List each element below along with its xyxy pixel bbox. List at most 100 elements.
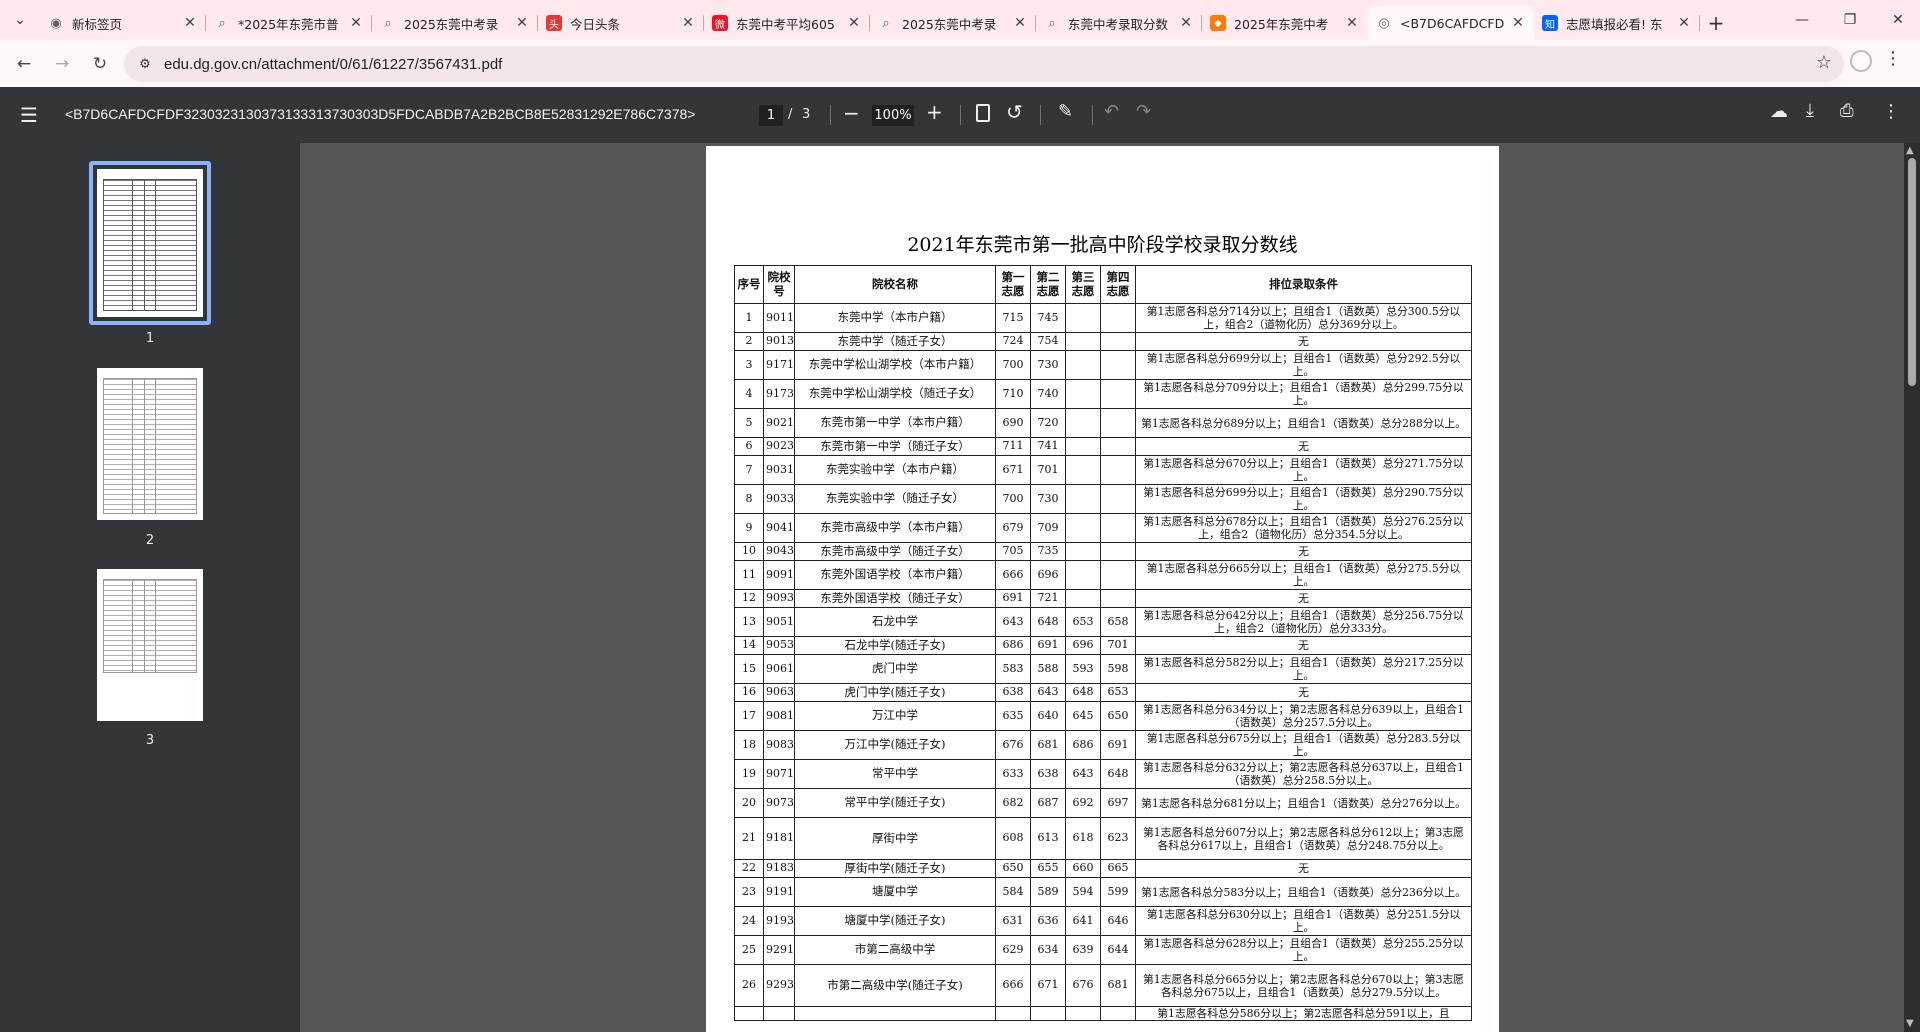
page-thumbnail-1[interactable] [97,169,203,317]
search-icon: ⌕ [218,15,226,31]
score-choice-3 [1065,455,1101,485]
chrome-menu-icon[interactable]: ⋮ [1884,48,1902,69]
rotate-icon[interactable]: ↺ [1006,100,1023,124]
print-icon[interactable]: ⎙ [1840,101,1854,121]
score-choice-1 [995,1006,1031,1021]
score-choice-3: 696 [1065,636,1101,655]
school-code: 9011 [763,303,795,333]
row-index: 2 [734,332,764,351]
school-code [763,1006,795,1021]
browser-tab[interactable]: ◉ 新标签页 ✕ [40,6,206,40]
score-choice-4: 599 [1100,877,1136,907]
download-icon[interactable]: ⤓ [1806,100,1814,121]
save-to-drive-icon[interactable]: ☁ [1770,101,1788,122]
browser-tab[interactable]: ⌕ 东莞中考录取分数 ✕ [1036,6,1202,40]
table-row: 18 9083 万江中学(随迁子女) 676 681 686 691 第1志愿各科总分675分… [734,730,1472,760]
redo-icon[interactable]: ↷ [1136,101,1151,122]
scrollbar-thumb[interactable] [1908,158,1916,386]
zoom-input[interactable]: 100% [872,105,914,126]
browser-tab[interactable]: 知志愿填报必看! 东 ✕ [1534,6,1700,40]
scroll-up-arrow-icon[interactable]: ▲ [1906,145,1914,156]
table-row: 17 9081 万江中学 635 640 645 650 第1志愿各科总分634分以上；第2志… [734,701,1472,731]
score-choice-3: 653 [1065,607,1101,637]
zoom-in-icon[interactable]: + [926,100,943,124]
table-row: 7 9031 东莞实验中学（本市户籍） 671 701 第1志愿各科总分670分以上；且组… [734,455,1472,485]
restore-button[interactable]: ❐ [1828,0,1872,40]
address-bar[interactable]: ⚙ edu.dg.gov.cn/attachment/0/61/61227/35… [124,46,1844,82]
tab-close-icon[interactable]: ✕ [348,15,364,31]
school-code: 9061 [763,654,795,684]
admission-condition: 第1志愿各科总分675分以上；且组合1（语数英）总分283.5分以上。 [1135,730,1472,760]
forward-button[interactable]: → [44,46,80,82]
score-choice-1: 724 [995,332,1031,351]
close-window-button[interactable]: ✕ [1876,0,1920,40]
page-thumbnail-3[interactable] [97,569,203,721]
tab-close-icon[interactable]: ✕ [1676,15,1692,31]
fit-page-icon[interactable] [976,104,990,122]
score-choice-2: 730 [1030,350,1066,380]
admission-condition: 第1志愿各科总分714分以上；且组合1（语数英）总分300.5分以上，组合2（道… [1135,303,1472,333]
scroll-down-arrow-icon[interactable]: ▼ [1906,1018,1914,1029]
annotate-icon[interactable]: ✎ [1058,101,1073,122]
more-actions-icon[interactable]: ⋮ [1882,101,1900,122]
page-thumbnail-2[interactable] [97,368,203,520]
tab-close-icon[interactable]: ✕ [514,15,530,31]
search-icon: ⌕ [882,15,890,31]
toolbar-divider [1040,105,1041,125]
score-choice-1: 629 [995,935,1031,965]
profile-avatar[interactable] [1850,50,1872,72]
row-index: 10 [734,542,764,561]
new-tab-button[interactable]: + [1700,6,1732,40]
document-heading: 2021年东莞市第一批高中阶段学校录取分数线 [907,234,1298,256]
admission-condition: 无 [1135,589,1472,608]
score-choice-2: 588 [1030,654,1066,684]
admission-condition: 第1志愿各科总分678分以上；且组合1（语数英）总分276.25分以上，组合2（… [1135,513,1472,543]
url-text[interactable]: edu.dg.gov.cn/attachment/0/61/61227/3567… [164,56,502,73]
score-choice-2: 589 [1030,877,1066,907]
score-choice-2: 709 [1030,513,1066,543]
column-header: 院校号 [763,265,795,304]
browser-tab[interactable]: ⌕ 2025东莞中考录 ✕ [870,6,1036,40]
tab-close-icon[interactable]: ✕ [846,15,862,31]
school-code: 9041 [763,513,795,543]
sidebar-menu-icon[interactable]: ☰ [20,103,38,127]
tab-close-icon[interactable]: ✕ [680,15,696,31]
score-choice-3: 641 [1065,906,1101,936]
browser-tab[interactable]: ⌕ 2025东莞中考录 ✕ [372,6,538,40]
toolbar-divider [830,105,831,125]
score-choice-4: 646 [1100,906,1136,936]
score-choice-4: 665 [1100,859,1136,878]
browser-tab[interactable]: 头今日头条 ✕ [538,6,704,40]
bookmark-star-icon[interactable]: ☆ [1816,52,1832,73]
site-info-icon[interactable]: ⚙ [130,49,160,79]
score-choice-3: 643 [1065,759,1101,789]
page-number-input[interactable]: 1 [759,105,783,126]
school-name: 东莞中学（本市户籍） [794,303,996,333]
row-index: 4 [734,379,764,409]
tab-strip: ⌄ ◉ 新标签页 ✕ ⌕ *2025年东莞市普 ✕ ⌕ 2025东莞中考录 ✕ 头今日头条 ✕ 微东莞… [0,0,1920,40]
browser-tab[interactable]: ◎ <B7D6CAFDCFD ✕ [1368,6,1534,40]
admission-condition: 第1志愿各科总分634分以上；第2志愿各科总分639以上，且组合1（语数英）总分… [1135,701,1472,731]
back-button[interactable]: ← [6,46,42,82]
tab-close-icon[interactable]: ✕ [1178,15,1194,31]
tab-close-icon[interactable]: ✕ [1012,15,1028,31]
tab-close-icon[interactable]: ✕ [1344,15,1360,31]
tab-search-chevron-icon[interactable]: ⌄ [0,0,40,40]
zoom-out-icon[interactable]: − [843,101,860,125]
undo-icon[interactable]: ↶ [1104,101,1119,122]
tab-close-icon[interactable]: ✕ [182,15,198,31]
table-body: 1 9011 东莞中学（本市户籍） 715 745 第1志愿各科总分714分以上；且组合1… [734,303,1472,1021]
browser-tab[interactable]: 微东莞中考平均605 ✕ [704,6,870,40]
thumbnail-number: 1 [145,331,155,346]
score-choice-3: 645 [1065,701,1101,731]
score-choice-3 [1065,379,1101,409]
minimize-button[interactable]: — [1780,0,1824,40]
browser-tab[interactable]: ⌕ *2025年东莞市普 ✕ [206,6,372,40]
score-choice-3 [1065,484,1101,514]
score-choice-3: 686 [1065,730,1101,760]
toolbar-divider [960,105,961,125]
browser-tab[interactable]: ◆ 2025年东莞中考 ✕ [1202,6,1368,40]
tab-close-icon[interactable]: ✕ [1510,15,1526,31]
school-name: 石龙中学 [794,607,996,637]
reload-button[interactable]: ↻ [82,46,118,82]
